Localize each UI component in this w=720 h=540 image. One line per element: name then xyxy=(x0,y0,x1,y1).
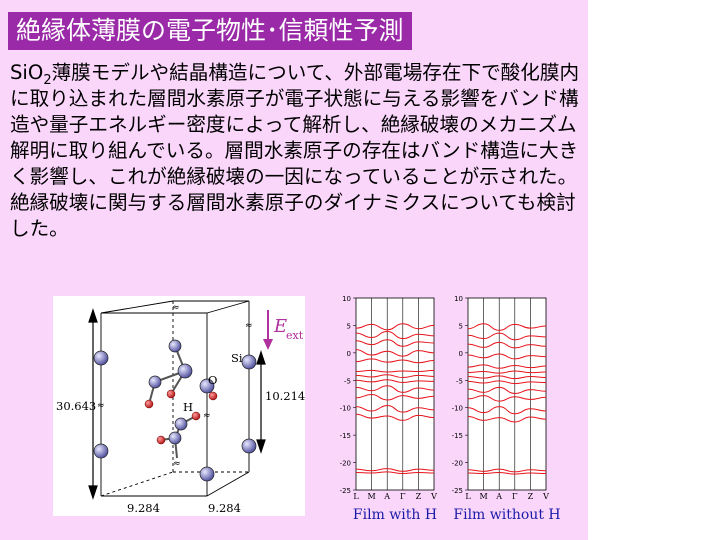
y-tick-label: 10 xyxy=(342,295,351,303)
field-label-sub: ext xyxy=(286,329,304,342)
width-label-1: 9.284 xyxy=(127,501,160,515)
o-label: O xyxy=(208,373,217,387)
si-atom xyxy=(93,443,109,459)
tick-mark: ≈ xyxy=(172,303,180,313)
k-point-label: V xyxy=(430,492,437,501)
description-lead: SiO xyxy=(10,61,44,84)
y-tick-label: -15 xyxy=(340,432,351,440)
o-atom xyxy=(144,399,154,409)
o-atom xyxy=(191,411,201,421)
si-atom xyxy=(199,466,215,482)
k-point-label: V xyxy=(542,492,549,501)
chart-title: Film without H xyxy=(453,507,560,523)
y-tick-label: 5 xyxy=(459,322,463,330)
chart-title: Film with H xyxy=(353,507,437,523)
y-tick-label: 5 xyxy=(347,322,351,330)
tick-mark: ≈ xyxy=(97,401,105,411)
si-atom xyxy=(177,363,193,379)
arrow-head-icon xyxy=(88,308,98,323)
si-atom xyxy=(148,375,162,389)
k-point-label: Z xyxy=(416,492,422,501)
y-tick-label: -5 xyxy=(456,377,463,385)
tick-mark: ≈ xyxy=(203,411,211,421)
arrow-head-icon xyxy=(256,350,266,365)
y-tick-label: -10 xyxy=(340,405,351,413)
cell-edge-hidden xyxy=(100,471,174,497)
field-arrow-head-icon xyxy=(263,339,273,350)
k-point-label: L xyxy=(465,492,471,501)
y-tick-label: 0 xyxy=(347,350,351,358)
height-label: 30.643 xyxy=(56,399,96,413)
cell-edge xyxy=(206,300,250,314)
k-point-label: L xyxy=(353,492,359,501)
page-title: 絶縁体薄膜の電子物性･信頼性予測 xyxy=(8,12,412,50)
y-tick-label: -10 xyxy=(452,405,463,413)
tick-mark: ≈ xyxy=(173,459,181,469)
y-tick-label: 0 xyxy=(459,350,463,358)
subscript: 2 xyxy=(43,72,52,88)
arrow-head-icon xyxy=(256,439,266,454)
si-atom xyxy=(168,339,182,353)
si-atom xyxy=(241,438,257,454)
inner-height-label: 10.214 xyxy=(265,389,305,403)
arrow-head-icon xyxy=(88,485,98,500)
y-tick-label: -25 xyxy=(452,487,463,495)
y-tick-label: -20 xyxy=(340,460,351,468)
y-tick-label: -25 xyxy=(340,487,351,495)
si-label: Si xyxy=(231,351,243,365)
description-text: SiO2薄膜モデルや結晶構造について、外部電場存在下で酸化膜内に取り込まれた層間… xyxy=(10,60,585,242)
o-atom xyxy=(156,435,166,445)
k-point-label: M xyxy=(479,492,487,501)
si-atom xyxy=(93,350,109,366)
o-atom xyxy=(166,389,176,399)
h-label: H xyxy=(183,400,193,414)
k-point-label: A xyxy=(383,492,390,501)
y-tick-label: -5 xyxy=(344,377,351,385)
k-point-label: M xyxy=(367,492,375,501)
si-atom xyxy=(168,431,182,445)
si-atom xyxy=(174,417,188,431)
y-tick-label: -15 xyxy=(452,432,463,440)
k-point-label: A xyxy=(495,492,502,501)
si-atom xyxy=(241,354,257,370)
k-point-label: Γ xyxy=(400,492,406,501)
cell-edge xyxy=(100,300,174,314)
description-main: 薄膜モデルや結晶構造について、外部電場存在下で酸化膜内に取り込まれた層間水素原子… xyxy=(10,61,580,240)
y-tick-label: -20 xyxy=(452,460,463,468)
width-label-2: 9.284 xyxy=(208,501,241,515)
external-field-indicator: E ext xyxy=(262,306,308,352)
band-structure-charts: 10 5 0 -5 -10 -15 -20 -25 L M A Γ Z V Film with H 10 5 0-… xyxy=(328,292,578,532)
k-point-label: Γ xyxy=(512,492,518,501)
tick-mark: ≈ xyxy=(245,321,253,331)
k-point-label: Z xyxy=(528,492,534,501)
y-tick-label: 10 xyxy=(454,295,463,303)
o-atom xyxy=(208,391,218,401)
